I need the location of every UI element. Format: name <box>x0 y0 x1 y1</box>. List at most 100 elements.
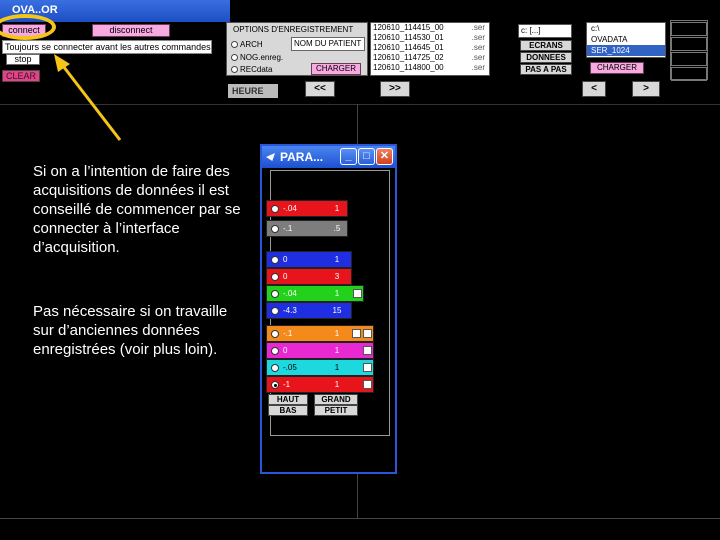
channel-row[interactable]: -.05 1 <box>266 359 374 376</box>
radio-label: ARCH <box>240 40 263 49</box>
tree-item-selected[interactable]: SER_1024 <box>587 45 665 56</box>
channel-checkbox[interactable] <box>363 380 372 389</box>
channel-radio-icon[interactable] <box>271 225 279 233</box>
channel-radio-icon[interactable] <box>271 273 279 281</box>
channel-row[interactable]: -.1 .5 <box>266 220 348 237</box>
channel-min-value[interactable]: 0 <box>283 255 317 265</box>
channel-max-value[interactable]: .5 <box>325 224 349 234</box>
file-name: 120610_114530_01 <box>373 33 444 42</box>
grid-cell[interactable] <box>671 37 707 51</box>
channel-row[interactable]: -.04 1 <box>266 285 364 302</box>
file-name: 120610_114645_01 <box>373 43 444 52</box>
channel-min-value[interactable]: 0 <box>283 272 317 282</box>
channel-row[interactable]: 03 <box>266 268 352 285</box>
channel-max-value[interactable]: 1 <box>325 255 349 265</box>
channel-max-value[interactable]: 1 <box>325 204 349 214</box>
channel-max-value[interactable]: 15 <box>325 306 349 316</box>
prev-page-button[interactable]: << <box>305 81 335 97</box>
channel-row[interactable]: -1 1 <box>266 376 374 393</box>
radio-label: NOG.enreg. <box>240 53 284 62</box>
channel-min-value[interactable]: -.04 <box>283 204 317 214</box>
zoom-in-button[interactable]: GRAND <box>314 394 358 405</box>
close-icon[interactable]: ✕ <box>376 148 393 165</box>
channel-radio-icon[interactable] <box>271 290 279 298</box>
zoom-out-button[interactable]: PETIT <box>314 405 358 416</box>
channel-min-value[interactable]: -.04 <box>283 289 317 299</box>
maximize-icon[interactable]: □ <box>358 148 375 165</box>
channel-max-value[interactable]: 1 <box>325 380 349 390</box>
radio-record-data[interactable]: RECdata <box>231 65 272 74</box>
grid-cell[interactable] <box>671 52 707 66</box>
channel-min-value[interactable]: -1 <box>283 380 317 390</box>
file-name: 120610_114415_00 <box>373 23 444 32</box>
radio-arch[interactable]: ARCH <box>231 40 263 49</box>
stop-button[interactable]: stop <box>6 54 40 65</box>
grid-cell[interactable] <box>671 22 707 36</box>
tree-item[interactable]: OVADATA <box>587 34 665 45</box>
channel-checkbox[interactable] <box>363 363 372 372</box>
channel-radio-icon[interactable] <box>271 330 279 338</box>
channel-min-value[interactable]: -.1 <box>283 329 317 339</box>
channel-radio-icon[interactable] <box>271 307 279 315</box>
file-ext: .ser <box>471 53 485 62</box>
file-name: 120610_114800_00 <box>373 63 444 72</box>
data-button[interactable]: DONNEES <box>520 52 572 63</box>
channel-max-value[interactable]: 1 <box>325 346 349 356</box>
channel-row[interactable]: -.04 1 <box>266 200 348 217</box>
recording-options-title: OPTIONS D'ENREGISTREMENT <box>233 25 354 34</box>
channel-radio-icon[interactable] <box>271 205 279 213</box>
channel-radio-icon[interactable] <box>271 256 279 264</box>
file-ext: .ser <box>471 63 485 72</box>
load-data-button[interactable]: CHARGER <box>590 62 644 74</box>
patient-name-input[interactable]: NOM DU PATIENT <box>291 37 365 51</box>
list-item[interactable]: 120610_114725_02 .ser <box>371 53 489 63</box>
screens-button[interactable]: ECRANS <box>520 40 572 51</box>
view-selector-grid <box>670 20 708 81</box>
file-list[interactable]: 120610_114415_00 .ser 120610_114530_01 .se… <box>370 22 490 76</box>
channel-radio-icon[interactable] <box>271 347 279 355</box>
channel-radio-icon[interactable] <box>271 364 279 372</box>
file-ext: .ser <box>471 23 485 32</box>
step-button[interactable]: PAS A PAS <box>520 64 572 75</box>
disconnect-button[interactable]: disconnect <box>92 24 170 37</box>
channel-min-value[interactable]: -4.3 <box>283 306 317 316</box>
para-title-bar[interactable]: PARA... _ □ ✕ <box>262 146 395 168</box>
channel-row[interactable]: -.1 1 <box>266 325 374 342</box>
radio-icon <box>231 54 238 61</box>
channel-radio-icon[interactable] <box>271 381 279 389</box>
list-item[interactable]: 120610_114530_01 .ser <box>371 33 489 43</box>
list-item[interactable]: 120610_114415_00 .ser <box>371 23 489 33</box>
channel-min-value[interactable]: 0 <box>283 346 317 356</box>
channel-max-value[interactable]: 1 <box>325 329 349 339</box>
channel-min-value[interactable]: -.05 <box>283 363 317 373</box>
channel-row[interactable]: -4.3 15 <box>266 302 352 319</box>
radio-no-record[interactable]: NOG.enreg. <box>231 53 283 62</box>
scale-up-button[interactable]: HAUT <box>268 394 308 405</box>
channel-max-value[interactable]: 3 <box>325 272 349 282</box>
directory-tree[interactable]: c:\ OVADATA SER_1024 <box>586 22 666 58</box>
list-item[interactable]: 120610_114645_01 .ser <box>371 43 489 53</box>
step-right-button[interactable]: > <box>632 81 660 97</box>
list-item[interactable]: 120610_114800_00 .ser <box>371 63 489 73</box>
channel-checkbox[interactable] <box>352 329 361 338</box>
channel-row[interactable]: 01 <box>266 251 352 268</box>
step-left-button[interactable]: < <box>582 81 606 97</box>
channel-min-value[interactable]: -.1 <box>283 224 317 234</box>
channel-checkbox[interactable] <box>363 346 372 355</box>
scale-down-button[interactable]: BAS <box>268 405 308 416</box>
load-button[interactable]: CHARGER <box>311 63 361 75</box>
minimize-icon[interactable]: _ <box>340 148 357 165</box>
recording-options-panel: OPTIONS D'ENREGISTREMENT ARCH NOG.enreg.… <box>226 22 368 76</box>
channel-max-value[interactable]: 1 <box>325 363 349 373</box>
hour-label: HEURE <box>228 84 278 98</box>
channel-max-value[interactable]: 1 <box>325 289 349 299</box>
next-page-button[interactable]: >> <box>380 81 410 97</box>
clear-button[interactable]: CLEAR <box>2 70 40 82</box>
channel-checkbox[interactable] <box>353 289 362 298</box>
channel-checkbox[interactable] <box>363 329 372 338</box>
channel-row[interactable]: 01 <box>266 342 374 359</box>
explanation-paragraph-1: Si on a l’intention de faire des acquisi… <box>33 163 241 256</box>
grid-cell[interactable] <box>671 67 707 81</box>
drive-select[interactable]: c: [...] <box>518 24 572 38</box>
tree-item[interactable]: c:\ <box>587 23 665 34</box>
